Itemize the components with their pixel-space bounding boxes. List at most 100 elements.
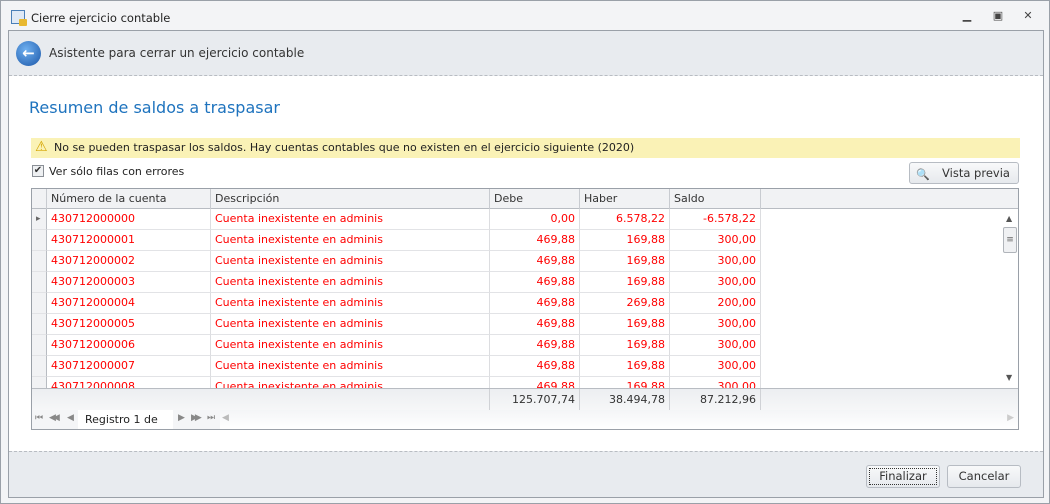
row-indicator[interactable] (32, 356, 47, 377)
cell-debe[interactable]: 469,88 (490, 293, 580, 314)
cell-debe[interactable]: 469,88 (490, 251, 580, 272)
cell-description[interactable]: Cuenta inexistente en adminis (211, 314, 490, 335)
column-header-description[interactable]: Descripción (211, 189, 490, 209)
column-header-haber[interactable]: Haber (580, 189, 670, 209)
cell-saldo[interactable]: -6.578,22 (670, 209, 761, 230)
table-row[interactable]: 430712000007 Cuenta inexistente en admini… (32, 356, 1002, 377)
table-row[interactable]: 430712000003 Cuenta inexistente en admini… (32, 272, 1002, 293)
cell-debe[interactable]: 469,88 (490, 272, 580, 293)
cell-debe[interactable]: 0,00 (490, 209, 580, 230)
warning-banner: ⚠ No se pueden traspasar los saldos. Hay… (31, 138, 1020, 158)
errors-only-label[interactable]: Ver sólo filas con errores (49, 165, 184, 178)
finish-button[interactable]: Finalizar (866, 465, 940, 488)
cell-description[interactable]: Cuenta inexistente en adminis (211, 230, 490, 251)
cell-saldo[interactable]: 300,00 (670, 335, 761, 356)
first-record-icon[interactable]: ⏮ (35, 413, 43, 423)
row-indicator[interactable] (32, 314, 47, 335)
table-row[interactable]: 430712000006 Cuenta inexistente en admini… (32, 335, 1002, 356)
cell-description[interactable]: Cuenta inexistente en adminis (211, 251, 490, 272)
cell-saldo[interactable]: 300,00 (670, 377, 761, 388)
row-indicator[interactable] (32, 272, 47, 293)
cell-account-number[interactable]: 430712000002 (47, 251, 211, 272)
errors-only-checkbox[interactable]: ✔ (32, 165, 44, 177)
cell-saldo[interactable]: 300,00 (670, 272, 761, 293)
row-indicator[interactable] (32, 230, 47, 251)
cell-haber[interactable]: 269,88 (580, 293, 670, 314)
cell-account-number[interactable]: 430712000003 (47, 272, 211, 293)
cell-saldo[interactable]: 200,00 (670, 293, 761, 314)
scroll-up-icon[interactable]: ▲ (1006, 214, 1012, 223)
magnifier-icon: 🔍 (916, 168, 930, 181)
last-record-icon[interactable]: ⏭ (207, 413, 215, 423)
cell-haber[interactable]: 169,88 (580, 314, 670, 335)
cell-saldo[interactable]: 300,00 (670, 251, 761, 272)
cell-account-number[interactable]: 430712000006 (47, 335, 211, 356)
wizard-panel: ← Asistente para cerrar un ejercicio con… (8, 30, 1044, 498)
wizard-header: ← Asistente para cerrar un ejercicio con… (9, 31, 1043, 76)
cell-saldo[interactable]: 300,00 (670, 230, 761, 251)
accounts-grid: Número de la cuenta Descripción Debe Hab… (31, 188, 1019, 430)
wizard-footer: Finalizar Cancelar (9, 451, 1043, 497)
column-header-debe[interactable]: Debe (490, 189, 580, 209)
table-row[interactable]: 430712000008 Cuenta inexistente en admini… (32, 377, 1002, 388)
cell-debe[interactable]: 469,88 (490, 356, 580, 377)
cell-description[interactable]: Cuenta inexistente en adminis (211, 272, 490, 293)
table-row[interactable]: 430712000004 Cuenta inexistente en admini… (32, 293, 1002, 314)
cell-haber[interactable]: 169,88 (580, 251, 670, 272)
cell-saldo[interactable]: 300,00 (670, 356, 761, 377)
table-row[interactable]: 430712000005 Cuenta inexistente en admini… (32, 314, 1002, 335)
table-row[interactable]: ▸ 430712000000 Cuenta inexistente en admin… (32, 209, 1002, 230)
row-indicator[interactable] (32, 251, 47, 272)
next-record-icon[interactable]: ▶ (178, 413, 185, 423)
cell-description[interactable]: Cuenta inexistente en adminis (211, 209, 490, 230)
cell-description[interactable]: Cuenta inexistente en adminis (211, 293, 490, 314)
scroll-right-icon[interactable]: ▶ (1007, 413, 1014, 423)
cell-haber[interactable]: 169,88 (580, 356, 670, 377)
cell-account-number[interactable]: 430712000008 (47, 377, 211, 388)
cell-debe[interactable]: 469,88 (490, 377, 580, 388)
cell-debe[interactable]: 469,88 (490, 335, 580, 356)
row-indicator[interactable]: ▸ (32, 209, 47, 230)
column-header-account[interactable]: Número de la cuenta (47, 189, 211, 209)
previous-page-icon[interactable]: ◀◀ (49, 413, 60, 423)
cell-haber[interactable]: 169,88 (580, 272, 670, 293)
cell-account-number[interactable]: 430712000007 (47, 356, 211, 377)
back-arrow-icon[interactable]: ← (16, 41, 41, 66)
cell-haber[interactable]: 169,88 (580, 335, 670, 356)
table-row[interactable]: 430712000001 Cuenta inexistente en admini… (32, 230, 1002, 251)
cell-account-number[interactable]: 430712000001 (47, 230, 211, 251)
cell-description[interactable]: Cuenta inexistente en adminis (211, 377, 490, 388)
cell-debe[interactable]: 469,88 (490, 314, 580, 335)
row-indicator[interactable] (32, 335, 47, 356)
cell-account-number[interactable]: 430712000005 (47, 314, 211, 335)
cell-description[interactable]: Cuenta inexistente en adminis (211, 335, 490, 356)
previous-record-icon[interactable]: ◀ (67, 413, 74, 423)
table-row[interactable]: 430712000002 Cuenta inexistente en admini… (32, 251, 1002, 272)
row-indicator[interactable] (32, 293, 47, 314)
cell-haber[interactable]: 169,88 (580, 230, 670, 251)
cell-account-number[interactable]: 430712000004 (47, 293, 211, 314)
cancel-button[interactable]: Cancelar (947, 465, 1021, 488)
minimize-button[interactable]: ▁ (958, 9, 976, 23)
next-page-icon[interactable]: ▶▶ (191, 413, 202, 423)
close-button[interactable]: ✕ (1019, 9, 1037, 23)
column-header-saldo[interactable]: Saldo (670, 189, 761, 209)
cell-debe[interactable]: 469,88 (490, 230, 580, 251)
preview-button[interactable]: 🔍 Vista previa (909, 162, 1019, 184)
scroll-thumb[interactable]: ≡ (1003, 227, 1017, 253)
cell-haber[interactable]: 169,88 (580, 377, 670, 388)
row-indicator[interactable] (32, 377, 47, 388)
scroll-down-icon[interactable]: ▼ (1006, 373, 1012, 382)
scroll-left-icon[interactable]: ◀ (222, 413, 229, 423)
warning-icon: ⚠ (35, 139, 48, 155)
window-title: Cierre ejercicio contable (31, 11, 171, 25)
totals-spacer (32, 389, 490, 411)
horizontal-scrollbar[interactable]: ◀ ▶ (220, 410, 1018, 429)
cell-saldo[interactable]: 300,00 (670, 314, 761, 335)
cell-haber[interactable]: 6.578,22 (580, 209, 670, 230)
total-saldo: 87.212,96 (670, 389, 761, 411)
cell-description[interactable]: Cuenta inexistente en adminis (211, 356, 490, 377)
restore-button[interactable]: ▣ (989, 9, 1007, 23)
cell-account-number[interactable]: 430712000000 (47, 209, 211, 230)
vertical-scrollbar[interactable]: ▲ ≡ ▼ (1002, 209, 1018, 388)
